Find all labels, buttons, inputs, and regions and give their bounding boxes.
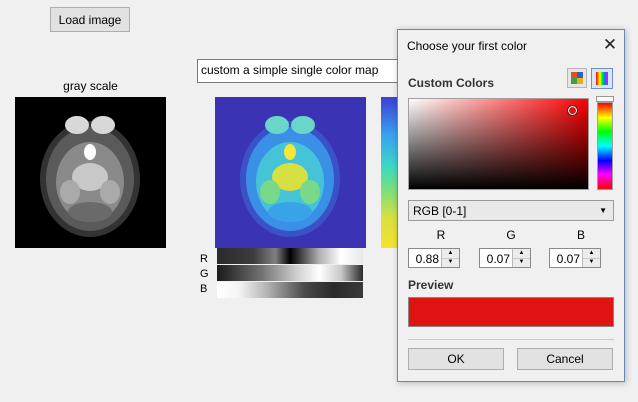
grayscale-title: gray scale [63,79,118,93]
b-label: B [576,228,585,242]
color-mode-dropdown[interactable]: RGB [0-1] ▼ [408,200,614,221]
g-stepper: ▲ ▼ [512,249,530,267]
colorbar [381,97,397,248]
arrow-down-icon[interactable]: ▼ [513,258,530,267]
g-label: G [506,228,516,242]
preview-swatch [408,297,614,327]
cancel-button[interactable]: Cancel [517,348,613,370]
arrow-down-icon[interactable]: ▼ [583,258,600,267]
load-image-button[interactable]: Load image [50,7,130,32]
r-channel-label: R [200,253,208,265]
g-spinner[interactable]: 0.07 ▲ ▼ [479,248,531,268]
g-value: 0.07 [486,252,510,266]
divider [408,339,614,340]
b-value: 0.07 [556,252,580,266]
colormap-input[interactable]: custom a simple single color map [197,59,400,83]
r-channel-gradient [217,248,363,264]
saturation-value-field[interactable] [408,98,589,190]
color-picker-marker[interactable] [567,105,578,116]
color-mode-value: RGB [0-1] [413,204,467,218]
r-spinner[interactable]: 0.88 ▲ ▼ [408,248,460,268]
b-channel-gradient [217,282,363,298]
b-channel-label: B [200,283,208,295]
custom-colors-label: Custom Colors [408,76,495,90]
grayscale-image [15,97,166,248]
b-spinner[interactable]: 0.07 ▲ ▼ [549,248,601,268]
preview-label: Preview [408,278,454,292]
hue-slider[interactable] [597,102,613,190]
r-value: 0.88 [415,252,439,266]
g-channel-gradient [217,265,363,281]
color-chooser-dialog: Choose your first color ✕ Custom Colors [397,29,625,382]
colormap-image [215,97,366,248]
r-label: R [436,228,446,242]
ok-button[interactable]: OK [408,348,504,370]
r-stepper: ▲ ▼ [441,249,459,267]
g-channel-label: G [200,268,209,280]
spectrum-mode-icon[interactable] [591,68,613,89]
arrow-down-icon[interactable]: ▼ [442,258,459,267]
close-icon[interactable]: ✕ [602,36,618,53]
chevron-down-icon: ▼ [599,206,607,215]
b-stepper: ▲ ▼ [582,249,600,267]
dialog-title: Choose your first color [407,39,528,53]
swatch-mode-icon[interactable] [567,68,587,88]
hue-slider-handle[interactable] [596,96,614,102]
